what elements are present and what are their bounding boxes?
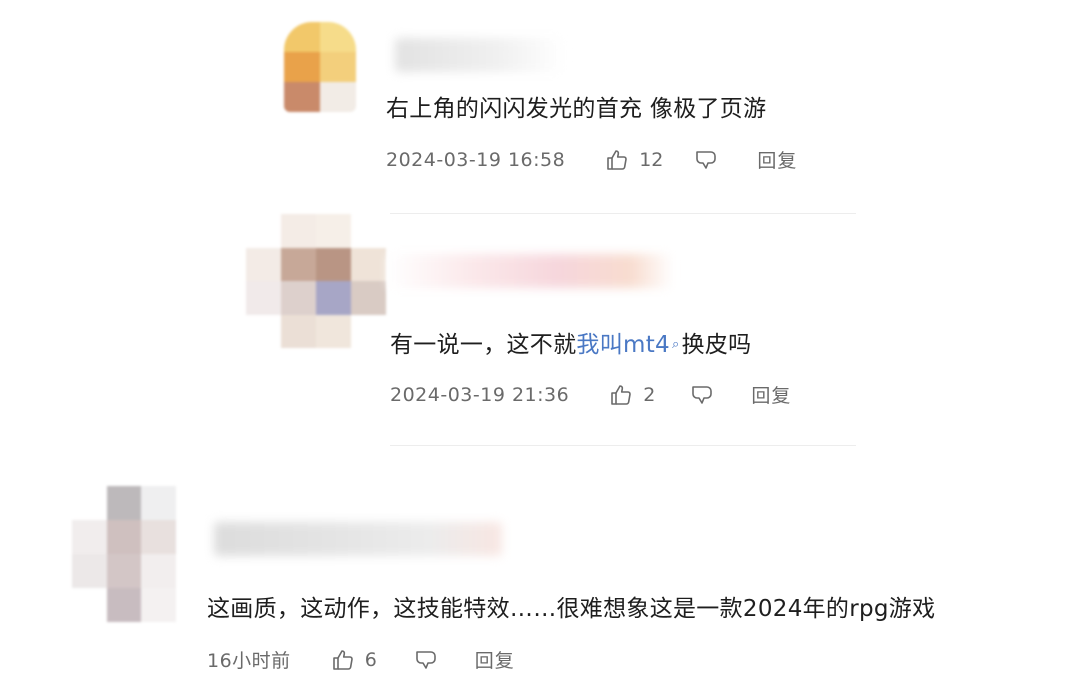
username-redacted (388, 254, 673, 288)
thumbs-down-icon (413, 648, 439, 672)
comment-meta: 2024-03-19 21:36 2 回复 (390, 381, 791, 408)
dislike-button[interactable] (689, 383, 715, 407)
dislike-button[interactable] (693, 148, 719, 172)
like-button[interactable]: 12 (605, 148, 663, 172)
reply-button[interactable]: 回复 (751, 381, 791, 408)
dislike-button[interactable] (413, 648, 439, 672)
search-icon[interactable]: ⌕ (672, 337, 680, 352)
divider (390, 213, 856, 214)
like-count: 2 (643, 383, 656, 406)
thumbs-up-icon (609, 383, 633, 407)
username-redacted (214, 522, 502, 556)
like-count: 6 (364, 648, 377, 671)
comment-time: 16小时前 (207, 650, 291, 672)
comment-meta: 2024-03-19 16:58 12 回复 (386, 146, 797, 173)
thumbs-down-icon (689, 383, 715, 407)
mention-link[interactable]: 我叫mt4 (576, 332, 670, 358)
like-button[interactable]: 6 (331, 648, 377, 672)
username-redacted (395, 38, 565, 72)
like-count: 12 (639, 148, 664, 171)
like-button[interactable]: 2 (609, 383, 655, 407)
comment-text-after: 换皮吗 (681, 332, 752, 358)
thumbs-up-icon (331, 648, 355, 672)
comment-meta: 16小时前 6 回复 (207, 646, 515, 673)
reply-button[interactable]: 回复 (757, 146, 797, 173)
comment-text: 右上角的闪闪发光的首充 像极了页游 (386, 96, 767, 122)
thumbs-up-icon (605, 148, 629, 172)
comment-time: 2024-03-19 21:36 (390, 383, 570, 406)
divider (390, 445, 856, 446)
comment-text: 有一说一，这不就我叫mt4 ⌕换皮吗 (390, 330, 751, 360)
avatar[interactable] (246, 214, 386, 348)
comment-text-before: 有一说一，这不就 (390, 332, 577, 358)
thumbs-down-icon (693, 148, 719, 172)
avatar[interactable] (72, 486, 176, 622)
comment-text: 这画质，这动作，这技能特效……很难想象这是一款2024年的rpg游戏 (207, 596, 936, 622)
comment-time: 2024-03-19 16:58 (386, 148, 566, 171)
avatar[interactable] (284, 22, 356, 112)
reply-button[interactable]: 回复 (475, 646, 515, 673)
